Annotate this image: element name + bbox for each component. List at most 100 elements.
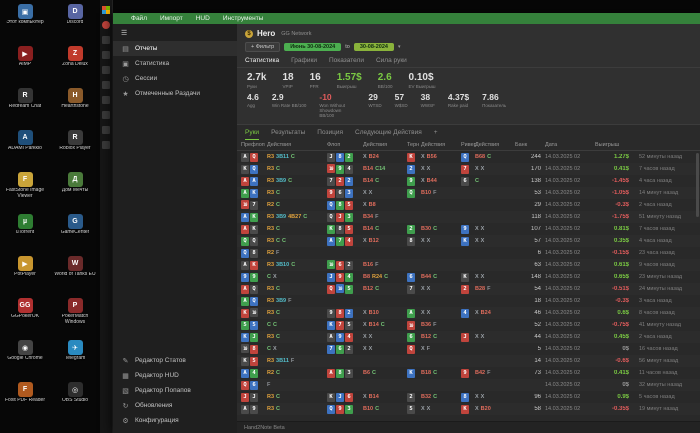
desktop-icon[interactable]: ◉ Google Chrome — [0, 338, 50, 378]
hand-row[interactable]: A Q R3 3B11 C J 8 2 X B24 K X B56 Q B68 C 244 14.03.2025 … — [237, 151, 700, 164]
desktop-icon[interactable]: GG GGPokerOK — [0, 296, 50, 336]
hand-row[interactable]: A Q R3 C Q 10 5 B12 C 7 X X 2 B28 F 54 14.03.2025 02 -0.5… — [237, 283, 700, 296]
hands-table: A Q R3 3B11 C J 8 2 X B24 K X B56 Q B68 C 244 14.03.2025 … — [237, 151, 700, 421]
desktop-icon[interactable]: ▶ AIMP — [0, 44, 50, 84]
column-header[interactable]: Банк — [515, 142, 545, 148]
taskbar-icon[interactable] — [102, 126, 110, 134]
report-tab[interactable]: Результаты — [271, 129, 305, 140]
desktop-icon[interactable]: G GameCenter — [50, 212, 100, 252]
stat-value: 2.6 — [377, 72, 392, 83]
desktop-icon[interactable]: ◎ OBS Studio — [50, 380, 100, 420]
tab[interactable]: Показатели — [329, 57, 364, 67]
hand-row[interactable]: A K R3 3B10 C 10 6 2 B16 F 63 14.03.2025 02 0.61$ 9 ч… — [237, 259, 700, 272]
desktop-icon[interactable]: R Redream Chat — [0, 86, 50, 126]
sidebar-item[interactable]: ▤ Отчеты — [113, 41, 237, 56]
hand-row[interactable]: 10 8 C X 7 6 2 X X Q X F 5 14.03.2025 02 0$ 16 часов на… — [237, 343, 700, 356]
tab[interactable]: Сила руки — [376, 57, 407, 67]
hand-row[interactable]: K Q R3 C 10 9 4 B14 C14 2 X X 7 X X 170 14.03.2025 02 0.4… — [237, 163, 700, 176]
taskbar-icon[interactable] — [102, 96, 110, 104]
desktop-icon[interactable]: F Foxit PDF Reader — [0, 380, 50, 420]
tab[interactable]: Статистика — [245, 57, 279, 67]
taskbar-icon[interactable] — [102, 51, 110, 59]
date-from-button[interactable]: Июнь 30-08-2024 — [284, 43, 342, 51]
sidebar-item[interactable]: ✎ Редактор Статов — [113, 353, 237, 368]
column-header[interactable]: Ривер — [461, 142, 477, 148]
desktop-icon[interactable]: ▶ PotPlayer — [0, 254, 50, 294]
column-header[interactable]: Действия — [267, 142, 327, 148]
column-header[interactable]: Действия — [475, 142, 515, 148]
scrollbar[interactable] — [696, 153, 699, 218]
desktop-icon[interactable]: µ uTorrent — [0, 212, 50, 252]
desktop-icon-label: Дом Мечты — [61, 188, 89, 193]
chevron-down-icon[interactable]: ▾ — [398, 44, 401, 50]
desktop-icon-grid: ▣ Этот компьютер ▶ AIMP R Redream Chat A ADAMI … — [0, 2, 100, 422]
taskbar-icon[interactable] — [102, 36, 110, 44]
hand-row[interactable]: Q 6 F 14.03.2025 02 0$ 32 минуты назад — [237, 379, 700, 392]
desktop-icon[interactable]: W World of Tanks EU — [50, 254, 100, 294]
column-header[interactable]: Флоп — [327, 142, 363, 148]
sidebar-item[interactable]: ◷ Сессии — [113, 71, 237, 86]
hand-row[interactable]: A K R3 C K 8 5 B14 C 2 B30 C 9 X X 107 14.03.2025 02 0.81… — [237, 223, 700, 236]
sidebar-item[interactable]: ▧ Редактор Попапов — [113, 383, 237, 398]
add-filter-button[interactable]: + Фильтр — [245, 42, 281, 52]
sidebar-item[interactable]: ⚙ Конфигурация — [113, 413, 237, 428]
menu-item[interactable]: Файл — [131, 15, 147, 22]
hand-row[interactable]: K J R3 C A 9 4 X X 6 B12 C J X X 44 14.03.2025 02 0.45$ 2 … — [237, 331, 700, 344]
hamburger-icon[interactable]: ☰ — [113, 27, 237, 41]
desktop-icon[interactable]: ▣ Этот компьютер — [0, 2, 50, 42]
sidebar-item[interactable]: ↻ Обновления — [113, 398, 237, 413]
hand-row[interactable]: Q 8 R2 F 6 14.03.2025 02 -0.15$ 23 часа назад — [237, 247, 700, 260]
hand-row[interactable]: A K R3 C 9 6 3 X X Q B10 F 53 14.03.2025 02 -1.05$ 14 м… — [237, 187, 700, 200]
desktop-icon[interactable]: Z Zona Delux — [50, 44, 100, 84]
column-header[interactable]: Терн — [407, 142, 421, 148]
hand-row[interactable]: A 4 R2 C A 8 3 B6 C K B18 C 9 B42 F 73 14.03.2025 02 0.41… — [237, 367, 700, 380]
sidebar-item[interactable]: ▦ Редактор HUD — [113, 368, 237, 383]
column-header[interactable]: Префлоп — [241, 142, 267, 148]
hand-row[interactable]: K 10 R3 C 9 8 2 X B10 A X X 4 X B24 46 14.03.2025 02 0.6$… — [237, 307, 700, 320]
taskbar-icon[interactable] — [102, 111, 110, 119]
hand-row[interactable]: Q Q R3 C C A 7 4 X B12 8 X X K X X 57 14.03.2025 02 0.35$ 4… — [237, 235, 700, 248]
hand-row[interactable]: J J R3 C K J 6 X B14 2 B32 C 8 X X 96 14.03.2025 02 0.9$ 5… — [237, 391, 700, 404]
column-header[interactable]: Действия — [421, 142, 461, 148]
sidebar-item[interactable]: ★ Отмеченные Раздачи — [113, 86, 237, 101]
desktop-icon[interactable]: F FastStone Image Viewer — [0, 170, 50, 210]
sidebar-item[interactable]: ▣ Статистика — [113, 56, 237, 71]
hand-row[interactable]: A A R3 3B9 C 7 2 2 B14 C 9 X B44 6 C 138 14.03.2025 02 -1… — [237, 175, 700, 188]
hand-row[interactable]: 10 7 R2 C Q 8 5 X B8 29 14.03.2025 02 -0.3$ 2 часа н… — [237, 199, 700, 212]
column-header[interactable]: Дата — [545, 142, 595, 148]
desktop-icon[interactable]: H Hearthstone — [50, 86, 100, 126]
hand-row[interactable]: 5 5 C C K 7 5 X B14 C 10 B36 F 52 14.03.2025 02 -0.75$ 4… — [237, 319, 700, 332]
report-tab[interactable]: Позиция — [317, 129, 343, 140]
desktop-icon[interactable]: R Roblox Player — [50, 128, 100, 168]
desktop-icon[interactable]: A ADAMI Parkkio — [0, 128, 50, 168]
date-to-button[interactable]: 30-08-2024 — [353, 43, 394, 51]
report-tab[interactable]: + — [434, 129, 438, 140]
column-header[interactable]: Выигрыш — [595, 142, 633, 148]
column-header[interactable]: Действия — [363, 142, 407, 148]
taskbar-icon[interactable] — [102, 141, 110, 149]
hand-row[interactable]: A K R3 3B9 4B27 C Q J 3 B34 F 118 14.03.2025 02 -1.75… — [237, 211, 700, 224]
desktop-icon[interactable]: P PokerMatch Windows — [50, 296, 100, 336]
desktop-icon[interactable]: ✈ Telegram — [50, 338, 100, 378]
taskbar-icon[interactable] — [102, 66, 110, 74]
hand-row[interactable]: K 5 R3 3B11 F 14 14.03.2025 02 -0.6$ 56 минут на… — [237, 355, 700, 368]
turn-actions: X B44 — [421, 178, 461, 184]
desktop-icon[interactable]: Д Дом Мечты — [50, 170, 100, 210]
stat-block: 2.9 Win Rate BB/100 — [272, 93, 307, 118]
taskbar-icon[interactable] — [102, 21, 110, 29]
taskbar-icon[interactable] — [102, 81, 110, 89]
tab[interactable]: Графики — [291, 57, 317, 67]
hand-row[interactable]: A Q R3 3B9 F 18 14.03.2025 02 -0.3$ 3 часа назад — [237, 295, 700, 308]
desktop-icon[interactable]: D Discord — [50, 2, 100, 42]
start-button-icon[interactable] — [102, 6, 110, 14]
report-tab[interactable]: Следующие Действия — [355, 129, 422, 140]
hand-row[interactable]: 9 9 C X J 9 4 B8 R24 C 6 B44 C K X X 148 14.03.2025 02 0.6… — [237, 271, 700, 284]
hand-row[interactable]: A 9 R3 C Q 9 3 B10 C 5 X X K X B20 58 14.03.2025 02 -0.35… — [237, 403, 700, 416]
menu-item[interactable]: HUD — [196, 15, 210, 22]
report-tab[interactable]: Руки — [245, 129, 260, 141]
action-chip: C — [487, 154, 492, 161]
action-chip: B28 — [475, 286, 486, 293]
menu-item[interactable]: Инструменты — [223, 15, 264, 22]
menu-item[interactable]: Импорт — [160, 15, 183, 22]
